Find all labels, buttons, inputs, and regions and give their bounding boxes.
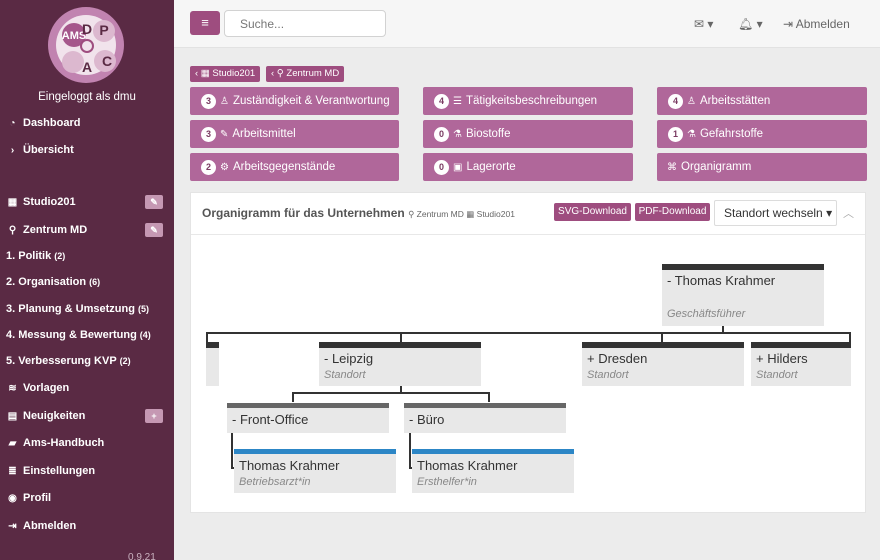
svg-text:D: D — [82, 21, 92, 37]
org-node-root[interactable]: - Thomas Krahmer Geschäftsführer — [662, 264, 824, 326]
database-icon: ≋ — [8, 382, 17, 394]
sidebar-item-studio201[interactable]: ▦ Studio201 ✎ — [0, 191, 174, 213]
panel-header: Organigramm für das Unternehmen ⚲ Zentru… — [191, 193, 865, 235]
org-node-site[interactable]: + Dresden Standort — [582, 342, 744, 386]
sidebar-item-verbesserung[interactable]: 5. Verbesserung KVP (2) — [0, 350, 174, 372]
search-input[interactable] — [224, 10, 386, 37]
svg-text:P: P — [99, 22, 108, 38]
sidebar-item-planung[interactable]: 3. Planung & Umsetzung (5) — [0, 298, 174, 320]
sidebar-item-einstellungen[interactable]: ≣ Einstellungen — [0, 460, 174, 482]
svg-text:C: C — [102, 53, 112, 69]
tile-biostoffe[interactable]: 0 ⚗ Biostoffe — [423, 120, 633, 148]
sidebar-item-neuigkeiten[interactable]: ▤ Neuigkeiten + — [0, 405, 174, 427]
breadcrumb-zentrum-md[interactable]: ‹ ⚲ Zentrum MD — [266, 66, 345, 82]
breadcrumb-studio201[interactable]: ‹ ▦ Studio201 — [190, 66, 261, 82]
box-icon: ▣ — [453, 161, 463, 173]
tile-taetigkeitsbeschreibungen[interactable]: 4 ☰ Tätigkeitsbeschreibungen — [423, 87, 633, 115]
sidebar-item-organisation[interactable]: 2. Organisation (6) — [0, 271, 174, 293]
svg-download-button[interactable]: SVG-Download — [554, 203, 631, 221]
plus-icon[interactable]: + — [145, 409, 163, 423]
sidebar-item-politik[interactable]: 1. Politik (2) — [0, 245, 174, 267]
connector-drop — [292, 392, 294, 402]
sidebar-item-messung[interactable]: 4. Messung & Bewertung (4) — [0, 324, 174, 346]
org-node-hidden[interactable] — [206, 342, 219, 386]
sidebar-item-vorlagen[interactable]: ≋ Vorlagen — [0, 377, 174, 399]
connector-drop — [661, 332, 663, 342]
user-tie-icon: ♙ — [220, 95, 229, 107]
cogs-icon: ⚙ — [220, 161, 229, 173]
connector-drop — [409, 433, 411, 469]
logout-link[interactable]: ⇥ Abmelden — [783, 17, 850, 31]
sign-out-icon: ⇥ — [8, 520, 17, 532]
book-icon: ▰ — [8, 437, 17, 449]
switch-location-dropdown[interactable]: Standort wechseln ▾ — [714, 200, 837, 226]
sidebar-item-dashboard[interactable]: ◔ Dashboard — [0, 112, 174, 134]
tile-arbeitsgegenstaende[interactable]: 2 ⚙ Arbeitsgegenstände — [190, 153, 399, 181]
app-version: 0.9.21 — [128, 552, 156, 560]
hamburger-icon[interactable]: ≡ — [190, 11, 220, 35]
sign-out-icon: ⇥ — [783, 17, 796, 31]
map-marker-icon: ⚲ — [8, 224, 17, 236]
organigramm-panel: Organigramm für das Unternehmen ⚲ Zentru… — [190, 192, 866, 513]
pdf-download-button[interactable]: PDF-Download — [635, 203, 710, 221]
logged-in-text: Eingeloggt als dmu — [38, 91, 136, 103]
user-icon: ♙ — [687, 95, 696, 107]
org-node-person[interactable]: Thomas Krahmer Betriebsarzt*in — [234, 449, 396, 493]
sidebar-item-zentrum-md[interactable]: ⚲ Zentrum MD ✎ — [0, 219, 174, 241]
org-node-department[interactable]: - Büro — [404, 403, 566, 433]
org-node-department[interactable]: - Front-Office — [227, 403, 389, 433]
tile-gefahrstoffe[interactable]: 1 ⚗ Gefahrstoffe — [657, 120, 867, 148]
sidebar-item-ams-handbuch[interactable]: ▰ Ams-Handbuch — [0, 432, 174, 454]
connector-drop — [231, 433, 233, 469]
sidebar-item-abmelden[interactable]: ⇥ Abmelden — [0, 515, 174, 537]
bell-icon[interactable]: 🔔︎ ▾ — [738, 17, 763, 31]
caret-down-icon: ▾ — [826, 206, 833, 220]
connector-drop — [206, 332, 208, 342]
panel-subtitle: ⚲ Zentrum MD ▦ Studio201 — [408, 209, 515, 219]
org-node-site[interactable]: - Leipzig Standort — [319, 342, 481, 386]
wrench-icon: ✎ — [220, 128, 229, 140]
connector-drop — [400, 332, 402, 342]
user-circle-icon: ◉ — [8, 492, 17, 504]
level1-connector — [206, 332, 851, 334]
panel-title: Organigramm für das Unternehmen ⚲ Zentru… — [202, 206, 515, 220]
connector-drop — [849, 332, 851, 342]
tile-arbeitsstaetten[interactable]: 4 ♙ Arbeitsstätten — [657, 87, 867, 115]
pencil-icon[interactable]: ✎ — [145, 223, 163, 237]
org-node-site[interactable]: + Hilders Standort — [751, 342, 851, 386]
svg-text:A: A — [82, 59, 92, 75]
pencil-icon[interactable]: ✎ — [145, 195, 163, 209]
sidebar-item-uebersicht[interactable]: › Übersicht — [0, 139, 174, 161]
level2-connector — [292, 392, 490, 394]
list-icon: ☰ — [453, 95, 462, 107]
sidebar: AMS P D C A Eingeloggt als dmu ◔ Dashboar… — [0, 0, 174, 560]
envelope-icon[interactable]: ✉ ▾ — [694, 17, 713, 31]
building-icon: ▦ — [7, 196, 18, 208]
tile-organigramm[interactable]: ⌘ Organigramm — [657, 153, 867, 181]
tile-zustaendigkeit[interactable]: 3 ♙ Zuständigkeit & Verantwortung — [190, 87, 399, 115]
tile-lagerorte[interactable]: 0 ▣ Lagerorte — [423, 153, 633, 181]
flask-icon: ⚗ — [453, 128, 462, 140]
list-icon: ≣ — [8, 465, 17, 477]
connector-drop — [488, 392, 490, 402]
topbar: ≡ ✉ ▾ 🔔︎ ▾ ⇥ Abmelden — [174, 0, 880, 48]
tile-arbeitsmittel[interactable]: 3 ✎ Arbeitsmittel — [190, 120, 399, 148]
ams-pdca-logo[interactable]: AMS P D C A — [44, 6, 128, 84]
dashboard-icon: ◔ — [9, 117, 16, 129]
chevron-right-icon: › — [10, 144, 15, 156]
org-node-person[interactable]: Thomas Krahmer Ersthelfer*in — [412, 449, 574, 493]
sidebar-item-profil[interactable]: ◉ Profil — [0, 487, 174, 509]
flask-icon: ⚗ — [687, 128, 696, 140]
sitemap-icon: ⌘ — [667, 161, 677, 173]
newspaper-icon: ▤ — [7, 410, 18, 422]
collapse-icon[interactable]: ︿ — [843, 205, 854, 221]
